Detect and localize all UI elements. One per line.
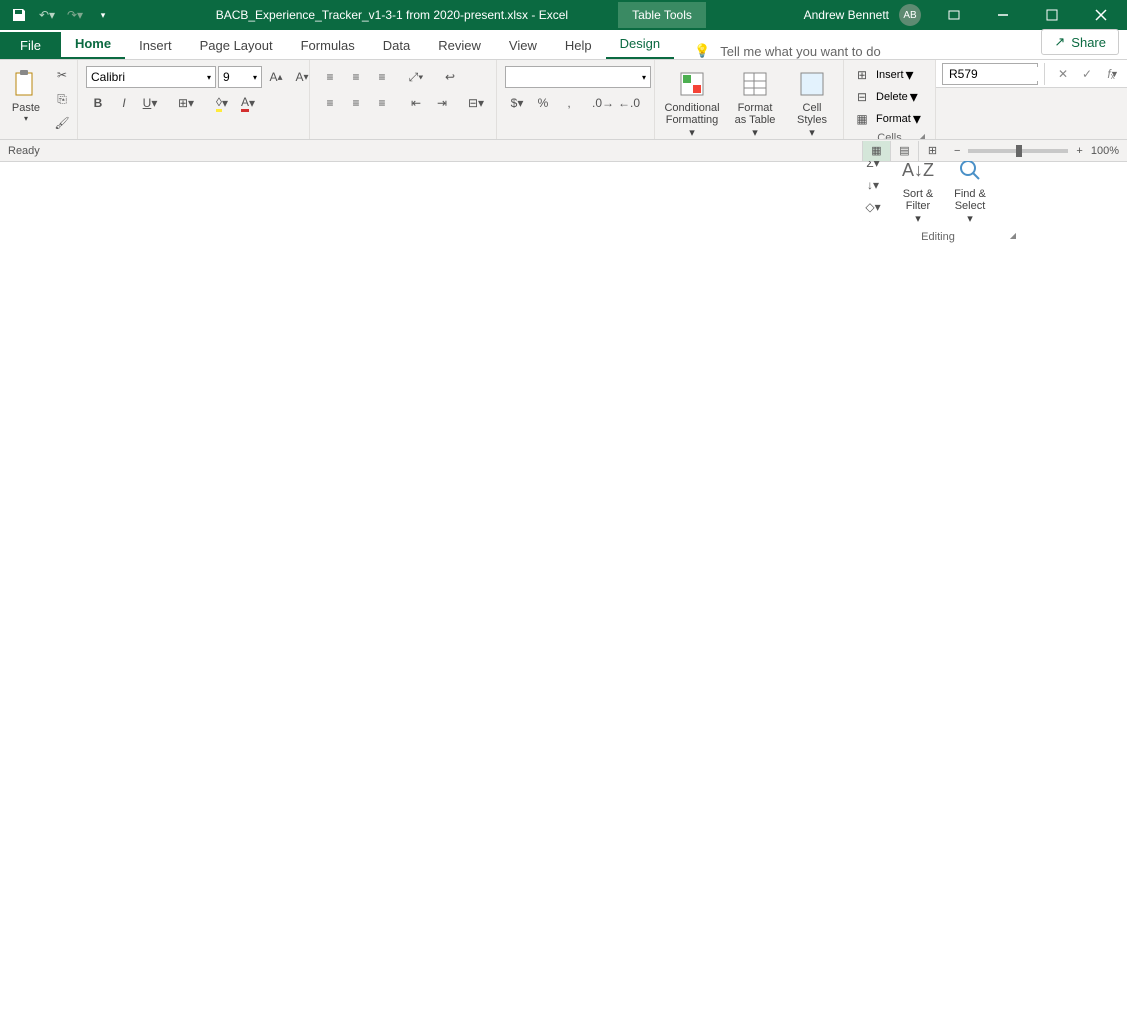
number-format-combo[interactable]: ▾ — [505, 66, 651, 88]
formula-bar: ▼ ✕ ✓ fₓ No ⌄ — [936, 60, 1127, 88]
group-editing: Editing — [856, 229, 1020, 245]
zoom-out-button[interactable]: − — [954, 145, 960, 157]
font-size-combo[interactable]: 9▾ — [218, 66, 262, 88]
sort-filter-button[interactable]: A↓Z Sort & Filter▾ — [894, 150, 942, 229]
insert-cells-icon: ⊞ — [850, 64, 874, 86]
fill-button[interactable]: ↓▾ — [856, 174, 890, 196]
minimize-button[interactable] — [980, 0, 1025, 30]
save-button[interactable] — [6, 2, 32, 28]
align-top-button[interactable]: ≡ — [318, 66, 342, 88]
tab-view[interactable]: View — [495, 32, 551, 59]
copy-button[interactable]: ⎘ — [50, 88, 74, 110]
quick-access-toolbar: ↶▾ ↷▾ ▾ — [0, 2, 122, 28]
tab-home[interactable]: Home — [61, 30, 125, 59]
delete-cells-icon: ⊟ — [850, 86, 874, 108]
increase-indent-button[interactable]: ⇥ — [430, 92, 454, 114]
border-button[interactable]: ⊞▾ — [174, 92, 198, 114]
maximize-button[interactable] — [1029, 0, 1074, 30]
close-button[interactable] — [1078, 0, 1123, 30]
paste-icon — [10, 68, 42, 100]
share-icon: ↗ — [1054, 34, 1065, 50]
tab-review[interactable]: Review — [424, 32, 495, 59]
enter-formula-button[interactable]: ✓ — [1077, 67, 1097, 81]
ribbon: Paste▾ ✂ ⎘ 🖌 Clipboard Calibri▾ 9▾ A▴ A▾… — [0, 60, 1127, 162]
merge-button[interactable]: ⊟▾ — [464, 92, 488, 114]
tab-help[interactable]: Help — [551, 32, 606, 59]
share-button[interactable]: ↗ Share — [1041, 29, 1119, 55]
clear-button[interactable]: ◇▾ — [856, 196, 890, 218]
page-break-view-button[interactable]: ⊞ — [918, 141, 946, 161]
tab-file[interactable]: File — [0, 32, 61, 59]
tell-me-input[interactable]: Tell me what you want to do — [720, 44, 880, 59]
decrease-decimal-button[interactable]: ←.0 — [617, 92, 641, 114]
zoom-level[interactable]: 100% — [1091, 145, 1119, 157]
orientation-button[interactable]: ⤢▾ — [404, 66, 428, 88]
normal-view-button[interactable]: ▦ — [862, 141, 890, 161]
zoom-slider[interactable] — [968, 149, 1068, 153]
tab-insert[interactable]: Insert — [125, 32, 186, 59]
page-layout-view-button[interactable]: ▤ — [890, 141, 918, 161]
ribbon-display-button[interactable] — [931, 0, 976, 30]
tab-formulas[interactable]: Formulas — [287, 32, 369, 59]
ribbon-tabs: File Home Insert Page Layout Formulas Da… — [0, 30, 1127, 60]
table-tools-tab[interactable]: Table Tools — [618, 2, 706, 28]
format-cells-icon: ▦ — [850, 108, 874, 130]
fill-color-button[interactable]: ◊▾ — [210, 92, 234, 114]
cancel-formula-button[interactable]: ✕ — [1053, 67, 1073, 81]
cell-styles-icon — [796, 68, 828, 100]
window-title: BACB_Experience_Tracker_v1-3-1 from 2020… — [216, 8, 568, 22]
redo-button[interactable]: ↷▾ — [62, 2, 88, 28]
currency-button[interactable]: $▾ — [505, 92, 529, 114]
conditional-formatting-icon — [676, 68, 708, 100]
tab-design[interactable]: Design — [606, 30, 674, 59]
find-select-button[interactable]: Find & Select▾ — [946, 150, 994, 229]
cell-styles-button[interactable]: Cell Styles▾ — [787, 64, 837, 143]
font-name-combo[interactable]: Calibri▾ — [86, 66, 216, 88]
name-box[interactable]: ▼ — [942, 63, 1038, 85]
increase-decimal-button[interactable]: .0→ — [591, 92, 615, 114]
tab-data[interactable]: Data — [369, 32, 424, 59]
user-name: Andrew Bennett — [804, 8, 889, 22]
italic-button[interactable]: I — [112, 92, 136, 114]
qat-customize[interactable]: ▾ — [90, 2, 116, 28]
align-right-button[interactable]: ≡ — [370, 92, 394, 114]
user-avatar[interactable]: AB — [899, 4, 921, 26]
insert-function-button[interactable]: fₓ — [1101, 67, 1121, 81]
cut-button[interactable]: ✂ — [50, 64, 74, 86]
comma-button[interactable]: , — [557, 92, 581, 114]
align-middle-button[interactable]: ≡ — [344, 66, 368, 88]
format-painter-button[interactable]: 🖌 — [50, 112, 74, 134]
lightbulb-icon: 💡 — [694, 43, 710, 59]
status-ready: Ready — [8, 145, 40, 157]
format-cells-button[interactable]: Format — [876, 113, 911, 125]
underline-button[interactable]: U▾ — [138, 92, 162, 114]
bold-button[interactable]: B — [86, 92, 110, 114]
zoom-knob[interactable] — [1016, 145, 1022, 157]
decrease-indent-button[interactable]: ⇤ — [404, 92, 428, 114]
table-icon — [739, 68, 771, 100]
align-left-button[interactable]: ≡ — [318, 92, 342, 114]
increase-font-button[interactable]: A▴ — [264, 66, 288, 88]
align-center-button[interactable]: ≡ — [344, 92, 368, 114]
delete-cells-button[interactable]: Delete — [876, 91, 908, 103]
tab-page-layout[interactable]: Page Layout — [186, 32, 287, 59]
title-bar: ↶▾ ↷▾ ▾ BACB_Experience_Tracker_v1-3-1 f… — [0, 0, 1127, 30]
undo-button[interactable]: ↶▾ — [34, 2, 60, 28]
wrap-text-button[interactable]: ↩ — [438, 66, 462, 88]
status-bar: Ready ▦ ▤ ⊞ − + 100% — [0, 139, 1127, 161]
paste-button[interactable]: Paste▾ — [6, 64, 46, 127]
insert-cells-button[interactable]: Insert — [876, 69, 904, 81]
font-color-button[interactable]: A▾ — [236, 92, 260, 114]
align-bottom-button[interactable]: ≡ — [370, 66, 394, 88]
zoom-in-button[interactable]: + — [1076, 145, 1082, 157]
conditional-formatting-button[interactable]: Conditional Formatting▾ — [661, 64, 723, 143]
format-as-table-button[interactable]: Format as Table▾ — [727, 64, 783, 143]
percent-button[interactable]: % — [531, 92, 555, 114]
